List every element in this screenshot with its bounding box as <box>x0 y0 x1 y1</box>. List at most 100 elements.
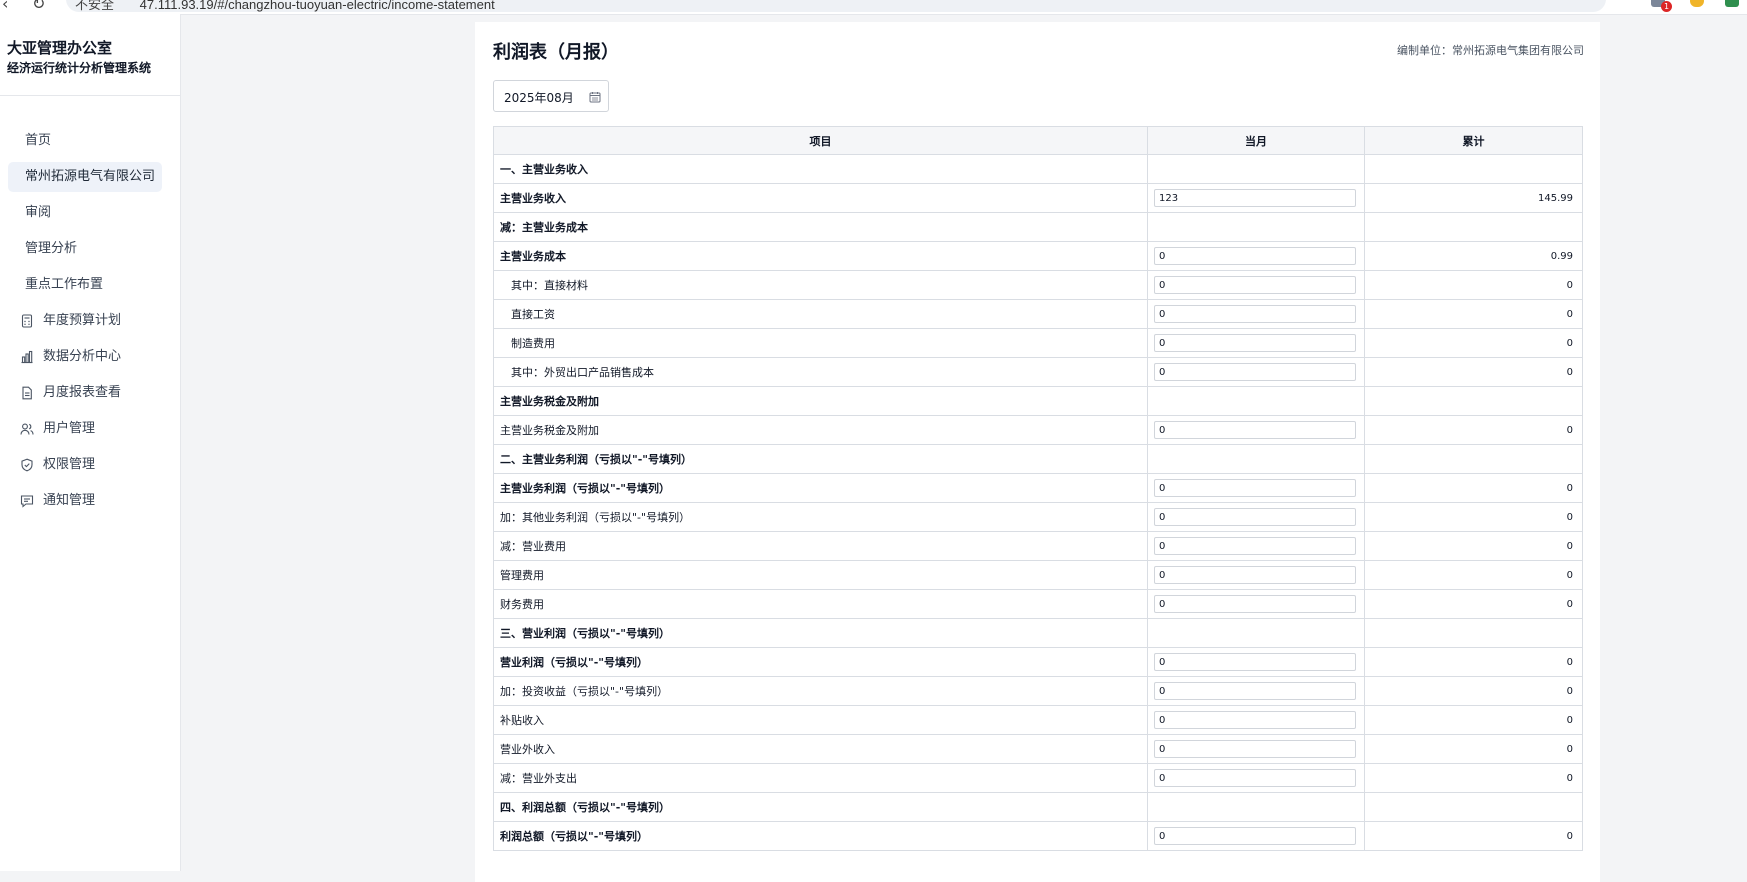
sidebar-item[interactable]: 数据分析中心 <box>8 342 162 372</box>
current-month-input[interactable] <box>1154 189 1356 207</box>
sidebar-item[interactable]: 年度预算计划 <box>8 306 162 336</box>
current-month-input[interactable] <box>1154 827 1356 845</box>
table-row: 三、营业利润（亏损以"-"号填列） <box>493 618 1583 648</box>
current-month-cell <box>1147 183 1365 213</box>
cumulative-cell <box>1364 792 1583 822</box>
current-month-cell <box>1147 502 1365 532</box>
current-month-cell <box>1147 792 1365 822</box>
current-month-input[interactable] <box>1154 247 1356 265</box>
current-month-cell <box>1147 589 1365 619</box>
month-picker[interactable]: 2025年08月 <box>493 80 609 112</box>
cumulative-cell <box>1364 444 1583 474</box>
month-value: 2025年08月 <box>504 91 574 105</box>
current-month-cell <box>1147 357 1365 387</box>
row-item-label: 二、主营业务利润（亏损以"-"号填列） <box>493 444 1148 474</box>
current-month-cell <box>1147 821 1365 851</box>
current-month-cell <box>1147 734 1365 764</box>
sidebar-item[interactable]: 重点工作布置 <box>8 270 162 300</box>
row-item-label: 主营业务成本 <box>493 241 1148 271</box>
table-row: 二、主营业务利润（亏损以"-"号填列） <box>493 444 1583 474</box>
current-month-input[interactable] <box>1154 653 1356 671</box>
table-row: 补贴收入 0 <box>493 705 1583 735</box>
cumulative-cell: 0 <box>1364 589 1583 619</box>
current-month-input[interactable] <box>1154 682 1356 700</box>
sidebar-item[interactable]: 通知管理 <box>8 486 162 516</box>
sidebar-item[interactable]: 管理分析 <box>8 234 162 264</box>
table-row: 四、利润总额（亏损以"-"号填列） <box>493 792 1583 822</box>
preparing-unit: 编制单位：常州拓源电气集团有限公司 <box>1397 44 1584 57</box>
cumulative-cell <box>1364 212 1583 242</box>
current-month-input[interactable] <box>1154 479 1356 497</box>
sidebar-item[interactable]: 用户管理 <box>8 414 162 444</box>
table-row: 主营业务利润（亏损以"-"号填列） 0 <box>493 473 1583 503</box>
current-month-cell <box>1147 415 1365 445</box>
current-month-input[interactable] <box>1154 740 1356 758</box>
sidebar-item-label: 管理分析 <box>25 241 78 256</box>
cumulative-cell: 0 <box>1364 502 1583 532</box>
current-month-cell <box>1147 241 1365 271</box>
sidebar-item-label: 首页 <box>25 133 52 148</box>
sidebar-item[interactable]: 常州拓源电气有限公司 <box>8 162 162 192</box>
cumulative-cell: 0 <box>1364 560 1583 590</box>
current-month-cell <box>1147 328 1365 358</box>
current-month-cell <box>1147 299 1365 329</box>
sidebar-item[interactable]: 月度报表查看 <box>8 378 162 408</box>
row-item-label: 减：主营业务成本 <box>493 212 1148 242</box>
download-icon[interactable] <box>1725 0 1739 7</box>
current-month-input[interactable] <box>1154 363 1356 381</box>
sidebar-item[interactable]: 权限管理 <box>8 450 162 480</box>
table-row: 营业外收入 0 <box>493 734 1583 764</box>
row-item-label: 主营业务利润（亏损以"-"号填列） <box>493 473 1148 503</box>
row-item-label: 制造费用 <box>493 328 1148 358</box>
security-indicator[interactable]: 不安全 <box>75 0 114 12</box>
current-month-cell <box>1147 763 1365 793</box>
table-row: 减：营业费用 0 <box>493 531 1583 561</box>
back-icon[interactable]: ‹ <box>2 0 8 13</box>
current-month-input[interactable] <box>1154 537 1356 555</box>
current-month-input[interactable] <box>1154 421 1356 439</box>
current-month-input[interactable] <box>1154 711 1356 729</box>
reload-icon[interactable]: ↻ <box>32 0 45 13</box>
table-row: 直接工资 0 <box>493 299 1583 329</box>
current-month-input[interactable] <box>1154 595 1356 613</box>
column-header-item: 项目 <box>493 126 1148 155</box>
current-month-input[interactable] <box>1154 334 1356 352</box>
current-month-cell <box>1147 676 1365 706</box>
current-month-input[interactable] <box>1154 508 1356 526</box>
chrome-extension-icon[interactable] <box>1690 0 1704 7</box>
document-icon <box>22 386 32 400</box>
current-month-cell <box>1147 531 1365 561</box>
cumulative-cell: 0 <box>1364 473 1583 503</box>
calendar-icon[interactable] <box>589 91 601 103</box>
table-row: 其中：外贸出口产品销售成本 0 <box>493 357 1583 387</box>
cumulative-cell: 0.99 <box>1364 241 1583 271</box>
row-item-label: 主营业务税金及附加 <box>493 386 1148 416</box>
cumulative-cell: 0 <box>1364 647 1583 677</box>
row-item-label: 营业利润（亏损以"-"号填列） <box>493 647 1148 677</box>
current-month-input[interactable] <box>1154 769 1356 787</box>
sidebar-item[interactable]: 审阅 <box>8 198 162 228</box>
table-row: 主营业务收入 145.99 <box>493 183 1583 213</box>
bar-chart-icon <box>21 350 33 364</box>
current-month-input[interactable] <box>1154 305 1356 323</box>
table-row: 制造费用 0 <box>493 328 1583 358</box>
column-header-cumulative: 累计 <box>1364 126 1583 155</box>
address-bar-text[interactable]: 不安全 47.111.93.19/#/changzhou-tuoyuan-ele… <box>75 0 495 13</box>
sidebar-item[interactable]: 首页 <box>8 126 162 156</box>
row-item-label: 营业外收入 <box>493 734 1148 764</box>
cumulative-cell: 0 <box>1364 676 1583 706</box>
sidebar-item-label: 年度预算计划 <box>43 313 122 328</box>
cumulative-cell <box>1364 618 1583 648</box>
current-month-cell <box>1147 473 1365 503</box>
row-item-label: 减：营业费用 <box>493 531 1148 561</box>
table-row: 减：主营业务成本 <box>493 212 1583 242</box>
current-month-cell <box>1147 386 1365 416</box>
row-item-label: 四、利润总额（亏损以"-"号填列） <box>493 792 1148 822</box>
current-month-input[interactable] <box>1154 276 1356 294</box>
current-month-cell <box>1147 154 1365 184</box>
current-month-input[interactable] <box>1154 566 1356 584</box>
row-item-label: 主营业务收入 <box>493 183 1148 213</box>
row-item-label: 三、营业利润（亏损以"-"号填列） <box>493 618 1148 648</box>
message-icon <box>20 495 34 508</box>
row-item-label: 一、主营业务收入 <box>493 154 1148 184</box>
